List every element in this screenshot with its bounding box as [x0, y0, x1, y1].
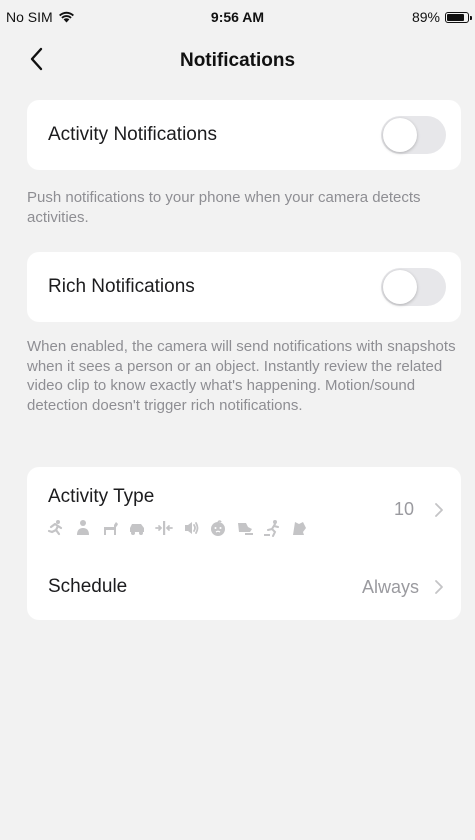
- sound-icon: [185, 522, 199, 534]
- chevron-right-icon: [435, 580, 443, 594]
- vehicle-icon: [130, 524, 144, 535]
- activity-notifications-description: Push notifications to your phone when yo…: [27, 189, 421, 226]
- page-title: Notifications: [179, 50, 296, 71]
- activity-type-icons: [47, 519, 308, 537]
- object-detection-icon: [293, 522, 306, 535]
- rich-notifications-label: Rich Notifications: [48, 276, 195, 297]
- person-icon: [77, 520, 89, 535]
- activity-type-row[interactable]: Activity Type 10: [27, 467, 461, 553]
- pet-icon: [102, 522, 118, 535]
- battery-icon: [445, 11, 472, 23]
- loitering-icon: [264, 520, 279, 537]
- activity-settings-card: Activity Type 10 Schedule Always: [27, 467, 461, 620]
- rich-notifications-toggle[interactable]: [381, 268, 446, 306]
- chevron-right-icon: [435, 503, 443, 517]
- nav-bar: Notifications: [0, 34, 475, 86]
- battery-percent: 89%: [411, 9, 440, 25]
- battery-fill: [447, 13, 464, 21]
- toggle-knob: [383, 118, 417, 152]
- schedule-value: Always: [361, 577, 419, 597]
- line-crossing-icon: [155, 521, 173, 535]
- schedule-label: Schedule: [48, 576, 128, 597]
- motion-icon: [47, 520, 63, 536]
- activity-notifications-card: Activity Notifications: [27, 100, 461, 170]
- status-bar: No SIM 9:56 AM 89%: [0, 0, 475, 34]
- area-intrusion-icon: [238, 523, 253, 535]
- toggle-knob: [383, 270, 417, 304]
- activity-type-label: Activity Type: [48, 486, 155, 507]
- activity-notifications-label: Activity Notifications: [48, 124, 217, 145]
- status-right: 89%: [411, 9, 472, 25]
- clock: 9:56 AM: [210, 9, 265, 25]
- activity-notifications-toggle[interactable]: [381, 116, 446, 154]
- rich-notifications-card: Rich Notifications: [27, 252, 461, 322]
- schedule-row[interactable]: Schedule Always: [27, 553, 461, 620]
- activity-type-count: 10: [393, 499, 414, 519]
- baby-cry-icon: [211, 520, 225, 536]
- rich-notifications-description: When enabled, the camera will send notif…: [27, 338, 456, 414]
